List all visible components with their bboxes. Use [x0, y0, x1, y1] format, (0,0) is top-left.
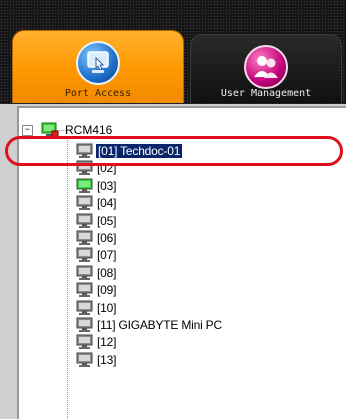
port-label: [07] — [97, 248, 117, 263]
tab-port-access-label: Port Access — [64, 88, 132, 99]
port-item[interactable]: [07] — [76, 247, 116, 263]
port-item[interactable]: [10] — [76, 300, 116, 316]
tree-connector — [67, 137, 68, 419]
port-item[interactable]: [13] — [76, 352, 116, 368]
port-item[interactable]: [11] GIGABYTE Mini PC — [76, 317, 222, 333]
port-item[interactable]: [12] — [76, 334, 116, 350]
computer-icon — [76, 178, 93, 193]
computer-icon — [76, 352, 93, 367]
computer-icon — [76, 265, 93, 280]
computer-icon — [76, 247, 93, 263]
collapse-toggle[interactable]: − — [22, 124, 33, 136]
port-item[interactable]: [06] — [76, 230, 116, 246]
port-item[interactable]: [05] — [76, 213, 116, 229]
port-access-icon — [76, 41, 120, 85]
computer-icon — [76, 300, 93, 315]
port-label: [06] — [97, 231, 117, 245]
tree-root-label: RCM416 — [65, 123, 113, 137]
computer-icon — [76, 213, 93, 228]
port-label: [10] — [97, 300, 117, 315]
tab-user-management-label: User Management — [220, 88, 312, 99]
port-label: [12] — [97, 335, 117, 350]
computer-icon — [76, 317, 93, 332]
user-management-icon — [244, 45, 288, 89]
port-item[interactable]: [03] — [76, 178, 116, 194]
port-label: [05] — [97, 213, 117, 228]
highlight-ring — [5, 136, 343, 166]
port-label: [13] — [97, 352, 117, 367]
port-item[interactable]: [04] — [76, 195, 116, 211]
computer-icon — [76, 282, 93, 298]
computer-icon — [76, 195, 93, 211]
port-label: [09] — [97, 283, 117, 298]
tab-port-access[interactable]: Port Access — [12, 30, 184, 103]
port-label: [08] — [97, 265, 117, 280]
port-label: [04] — [97, 196, 117, 211]
port-label: [11] GIGABYTE Mini PC — [97, 318, 222, 332]
port-item[interactable]: [08] — [76, 265, 116, 281]
tab-user-management[interactable]: User Management — [190, 34, 342, 103]
port-label: [03] — [97, 178, 117, 193]
computer-icon — [76, 230, 93, 245]
computer-icon — [76, 334, 93, 350]
port-item[interactable]: [09] — [76, 282, 116, 298]
